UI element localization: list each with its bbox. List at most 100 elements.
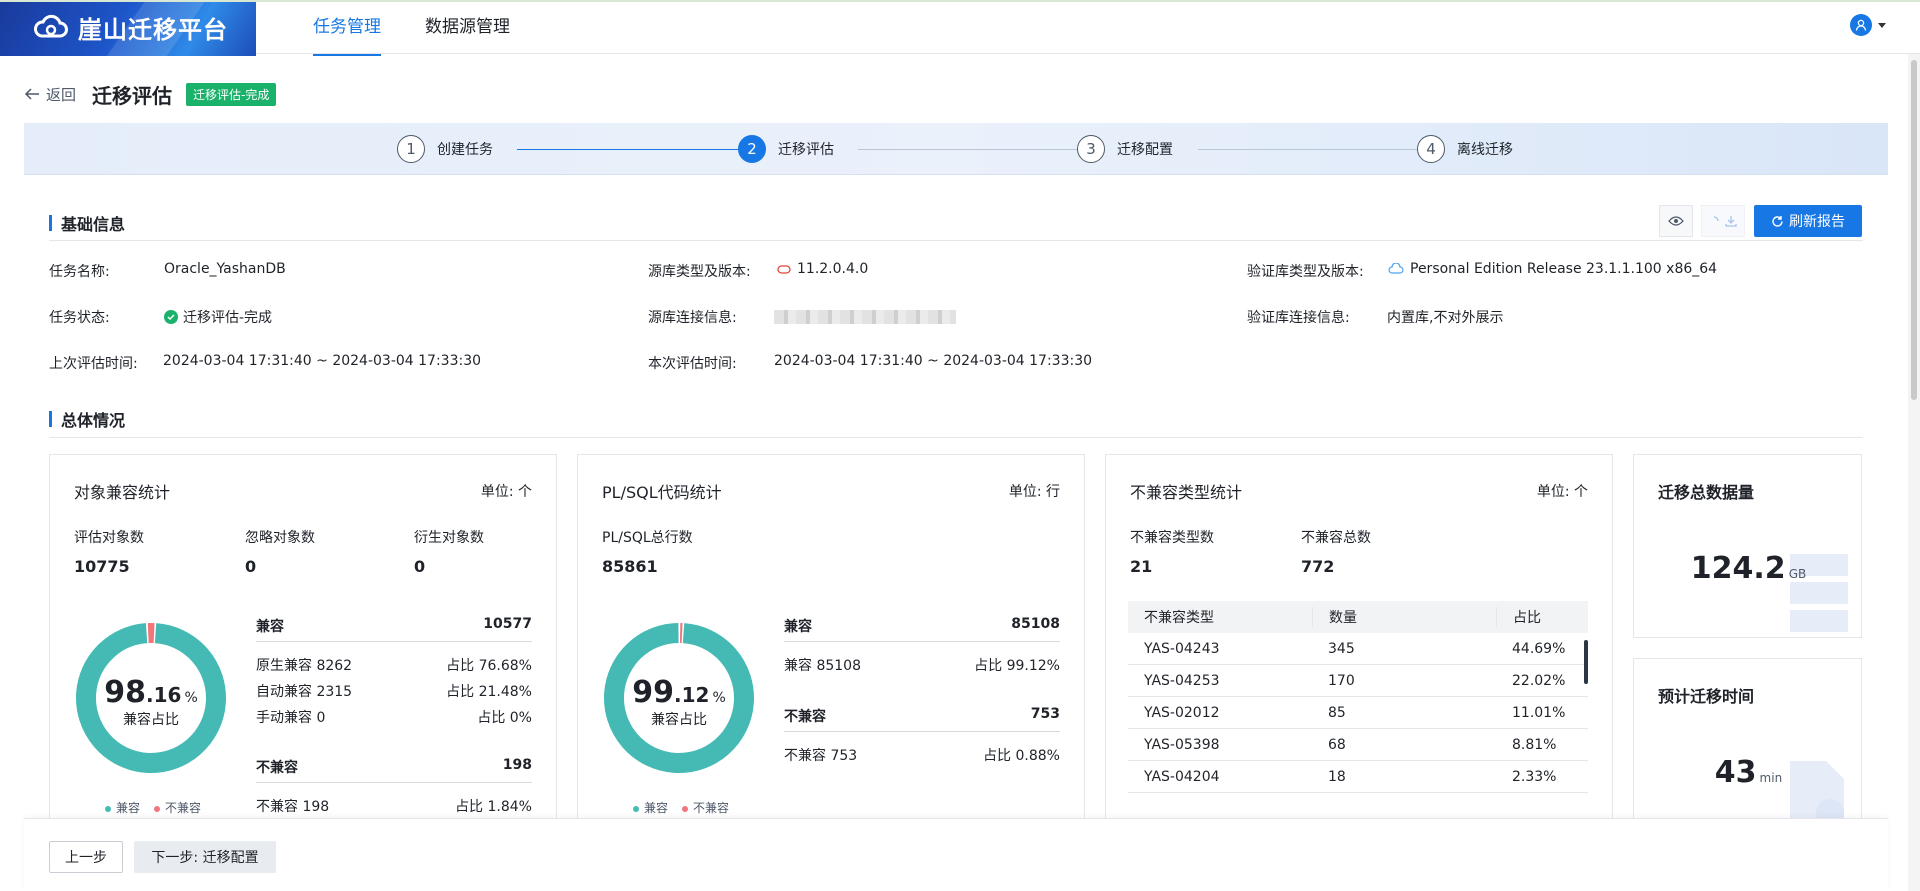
step-bar: 1 创建任务 2 迁移评估 3 迁移配置 4 离线迁移 bbox=[24, 123, 1888, 175]
legend-compat[interactable]: 兼容 bbox=[633, 799, 668, 816]
download-button[interactable] bbox=[1701, 205, 1745, 237]
step-migration-eval[interactable]: 2 迁移评估 bbox=[738, 135, 834, 163]
status-badge: 迁移评估-完成 bbox=[186, 82, 277, 106]
incompat-total-row: 不兼容 753 bbox=[784, 706, 1060, 725]
compat-row: 兼容 85108 占比 99.12% bbox=[784, 658, 1060, 674]
step-connector-1 bbox=[517, 149, 747, 150]
card-title: 不兼容类型统计 bbox=[1130, 483, 1243, 502]
eval-objects-value: 10775 bbox=[74, 557, 130, 576]
task-status-value: 迁移评估-完成 bbox=[164, 307, 272, 327]
section-title-basic: 基础信息 bbox=[49, 211, 125, 235]
source-conn-masked-value bbox=[774, 310, 956, 324]
check-circle-icon bbox=[164, 310, 178, 324]
refresh-report-button[interactable]: 刷新报告 bbox=[1754, 205, 1862, 237]
page-scrollbar[interactable] bbox=[1908, 54, 1920, 891]
source-conn-label: 源库连接信息: bbox=[648, 310, 737, 326]
step-number: 1 bbox=[397, 135, 425, 163]
tab-task-management[interactable]: 任务管理 bbox=[313, 12, 381, 56]
verify-type-text: Personal Edition Release 23.1.1.100 x86_… bbox=[1410, 261, 1718, 277]
donut-percent: 99.12% bbox=[632, 675, 726, 710]
prev-step-button[interactable]: 上一步 bbox=[49, 841, 123, 873]
divider bbox=[784, 641, 1060, 642]
last-eval-label: 上次评估时间: bbox=[49, 356, 138, 372]
source-type-text: 11.2.0.4.0 bbox=[797, 261, 869, 277]
chart-legend: 兼容 不兼容 bbox=[105, 799, 201, 816]
incompat-types-count-label: 不兼容类型数 bbox=[1130, 530, 1214, 546]
task-status-label: 任务状态: bbox=[49, 310, 110, 326]
task-status-text: 迁移评估-完成 bbox=[183, 310, 273, 326]
source-type-value: 11.2.0.4.0 bbox=[777, 261, 868, 277]
loading-icon bbox=[1713, 216, 1719, 222]
auto-compat-row: 自动兼容 2315 占比 21.48% bbox=[256, 684, 532, 700]
donut-caption: 兼容占比 bbox=[123, 712, 179, 728]
table-row[interactable]: YAS-05398 68 8.81% bbox=[1128, 729, 1588, 761]
step-create-task[interactable]: 1 创建任务 bbox=[397, 135, 493, 163]
this-eval-label: 本次评估时间: bbox=[648, 356, 737, 372]
card-unit: 单位: 个 bbox=[480, 484, 532, 500]
table-row[interactable]: YAS-04243 345 44.69% bbox=[1128, 633, 1588, 665]
incompat-types-card: 不兼容类型统计 单位: 个 不兼容类型数 21 不兼容总数 772 不兼容类型 … bbox=[1105, 454, 1613, 874]
incompat-row: 不兼容 198 占比 1.84% bbox=[256, 799, 532, 815]
verify-type-value: Personal Edition Release 23.1.1.100 x86_… bbox=[1388, 261, 1717, 277]
card-unit: 单位: 行 bbox=[1008, 484, 1060, 500]
card-unit: 单位: 个 bbox=[1536, 484, 1588, 500]
table-header: 不兼容类型 数量 占比 bbox=[1128, 601, 1588, 633]
back-label: 返回 bbox=[46, 85, 77, 104]
legend-compat[interactable]: 兼容 bbox=[105, 799, 140, 816]
incompat-types-table: 不兼容类型 数量 占比 YAS-04243 345 44.69% YAS-04253… bbox=[1128, 601, 1588, 793]
yashandb-cloud-icon bbox=[1388, 263, 1404, 274]
scrollbar-thumb[interactable] bbox=[1911, 60, 1917, 400]
step-label: 迁移配置 bbox=[1117, 142, 1173, 158]
app-title: 崖山迁移平台 bbox=[78, 16, 228, 44]
incompat-total-label: 不兼容总数 bbox=[1301, 530, 1371, 546]
column-header-type[interactable]: 不兼容类型 bbox=[1128, 607, 1312, 627]
legend-incompat[interactable]: 不兼容 bbox=[154, 799, 201, 816]
title-row: 返回 迁移评估 迁移评估-完成 bbox=[24, 82, 277, 108]
footer-bar: 上一步 下一步: 迁移配置 bbox=[24, 818, 1888, 891]
step-label: 离线迁移 bbox=[1457, 142, 1513, 158]
section-title-overview: 总体情况 bbox=[49, 407, 125, 431]
card-title: 对象兼容统计 bbox=[74, 483, 171, 502]
last-eval-value: 2024-03-04 17:31:40 ~ 2024-03-04 17:33:3… bbox=[163, 353, 482, 369]
table-row[interactable]: YAS-04204 18 2.33% bbox=[1128, 761, 1588, 793]
next-step-button[interactable]: 下一步: 迁移配置 bbox=[134, 841, 276, 873]
table-row[interactable]: YAS-04253 170 22.02% bbox=[1128, 665, 1588, 697]
column-header-ratio[interactable]: 占比 bbox=[1496, 607, 1588, 627]
card-title: 迁移总数据量 bbox=[1658, 483, 1755, 502]
card-title: PL/SQL代码统计 bbox=[602, 483, 722, 502]
view-button[interactable] bbox=[1659, 205, 1693, 237]
app-logo[interactable]: 崖山迁移平台 bbox=[0, 2, 256, 56]
eval-objects-label: 评估对象数 bbox=[74, 530, 144, 546]
step-label: 创建任务 bbox=[437, 142, 493, 158]
user-avatar-icon bbox=[1850, 14, 1872, 36]
step-number: 2 bbox=[738, 135, 766, 163]
step-label: 迁移评估 bbox=[778, 142, 834, 158]
tab-datasource-management[interactable]: 数据源管理 bbox=[425, 12, 510, 56]
table-scrollbar-thumb[interactable] bbox=[1584, 640, 1588, 684]
step-migration-config[interactable]: 3 迁移配置 bbox=[1077, 135, 1173, 163]
ignored-objects-label: 忽略对象数 bbox=[245, 530, 315, 546]
donut-caption: 兼容占比 bbox=[651, 712, 707, 728]
divider bbox=[256, 641, 532, 642]
incompat-total-row: 不兼容 198 bbox=[256, 757, 532, 776]
donut-percent: 98.16% bbox=[104, 675, 198, 710]
step-number: 3 bbox=[1077, 135, 1105, 163]
cloud-logo-icon bbox=[34, 14, 68, 38]
object-compat-card: 对象兼容统计 单位: 个 评估对象数 10775 忽略对象数 0 衍生对象数 0… bbox=[49, 454, 557, 874]
column-header-count[interactable]: 数量 bbox=[1312, 607, 1496, 627]
plsql-stats-card: PL/SQL代码统计 单位: 行 PL/SQL总行数 85861 99.12% … bbox=[577, 454, 1085, 874]
derived-objects-value: 0 bbox=[414, 557, 426, 576]
back-button[interactable]: 返回 bbox=[24, 84, 76, 105]
step-connector-2 bbox=[858, 149, 1086, 150]
page-title: 迁移评估 bbox=[92, 83, 173, 108]
oracle-icon bbox=[777, 264, 791, 274]
table-row[interactable]: YAS-02012 85 11.01% bbox=[1128, 697, 1588, 729]
divider bbox=[49, 240, 1863, 241]
source-type-label: 源库类型及版本: bbox=[648, 264, 751, 280]
user-menu[interactable] bbox=[1850, 14, 1886, 36]
step-connector-3 bbox=[1198, 149, 1426, 150]
legend-incompat[interactable]: 不兼容 bbox=[682, 799, 729, 816]
step-offline-migration[interactable]: 4 离线迁移 bbox=[1417, 135, 1513, 163]
total-data-value: 124.2 GB bbox=[1690, 551, 1807, 586]
divider bbox=[256, 782, 532, 783]
